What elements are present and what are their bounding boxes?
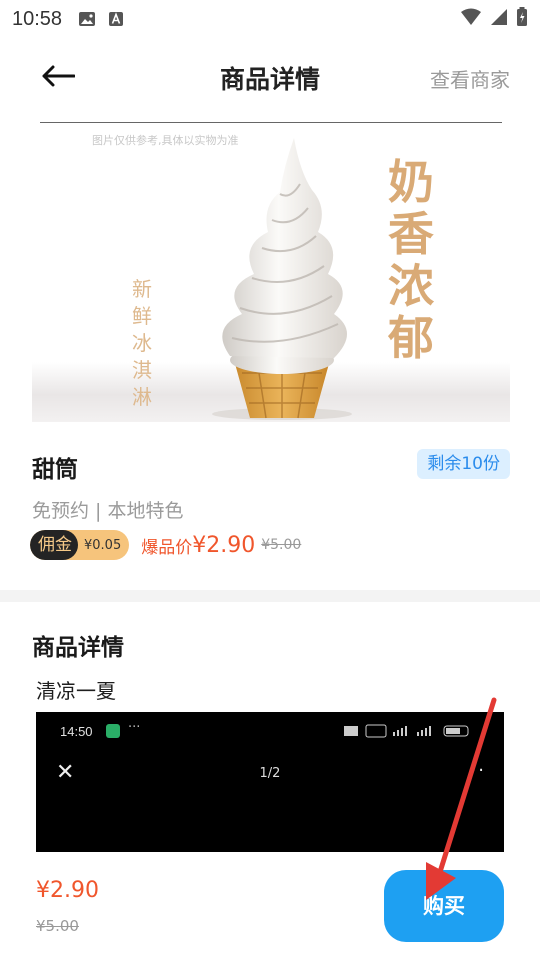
slogan-left: 新鲜冰淇淋 <box>132 277 152 409</box>
status-bar: 10:58 <box>0 0 540 38</box>
details-heading: 商品详情 <box>32 635 124 661</box>
embedded-status-icons <box>344 724 474 741</box>
stock-badge: 剩余10份 <box>417 449 510 479</box>
wechat-icon <box>106 724 120 738</box>
hot-price: ¥2.90 <box>192 532 256 558</box>
section-divider <box>0 590 540 602</box>
buy-button[interactable]: 购买 <box>384 870 504 942</box>
bottom-price: ¥2.90 <box>36 878 99 903</box>
commission-value: ¥0.05 <box>84 537 122 553</box>
status-time: 10:58 <box>12 7 63 30</box>
original-price: ¥5.00 <box>261 537 302 553</box>
product-image: 图片仅供参考,具体以实物为准 奶香浓郁 新鲜冰淇淋 <box>32 122 510 422</box>
slogan-right: 奶香浓郁 <box>388 155 434 365</box>
embedded-page-indicator: 1/2 <box>259 766 281 781</box>
embedded-dots: ··· <box>128 720 141 735</box>
image-icon <box>78 11 96 27</box>
details-embedded-screenshot: 14:50 ··· ✕ 1/2 ·· <box>36 712 504 852</box>
embedded-more-icon: ·· <box>470 760 486 781</box>
signal-icon <box>490 8 508 30</box>
bottom-original-price: ¥5.00 <box>36 917 79 935</box>
commission-badge: 佣金 ¥0.05 <box>30 530 130 560</box>
view-merchant-link[interactable]: 查看商家 <box>430 64 510 93</box>
wifi-icon <box>460 8 482 30</box>
image-top-border <box>40 122 502 123</box>
embedded-time: 14:50 <box>60 724 93 739</box>
app-header: 商品详情 查看商家 <box>0 40 540 116</box>
hot-price-label: 爆品价 <box>141 537 193 558</box>
product-name: 甜筒 <box>32 457 78 483</box>
product-tags: 免预约 | 本地特色 <box>32 500 184 522</box>
a-badge-icon <box>108 11 126 27</box>
commission-label: 佣金 <box>30 530 78 560</box>
ice-cream-cone-illustration <box>212 138 352 420</box>
price-row: 佣金 ¥0.05 爆品价 ¥2.90 ¥5.00 <box>30 530 301 560</box>
battery-icon <box>516 7 528 31</box>
details-text: 清凉一夏 <box>36 679 116 703</box>
